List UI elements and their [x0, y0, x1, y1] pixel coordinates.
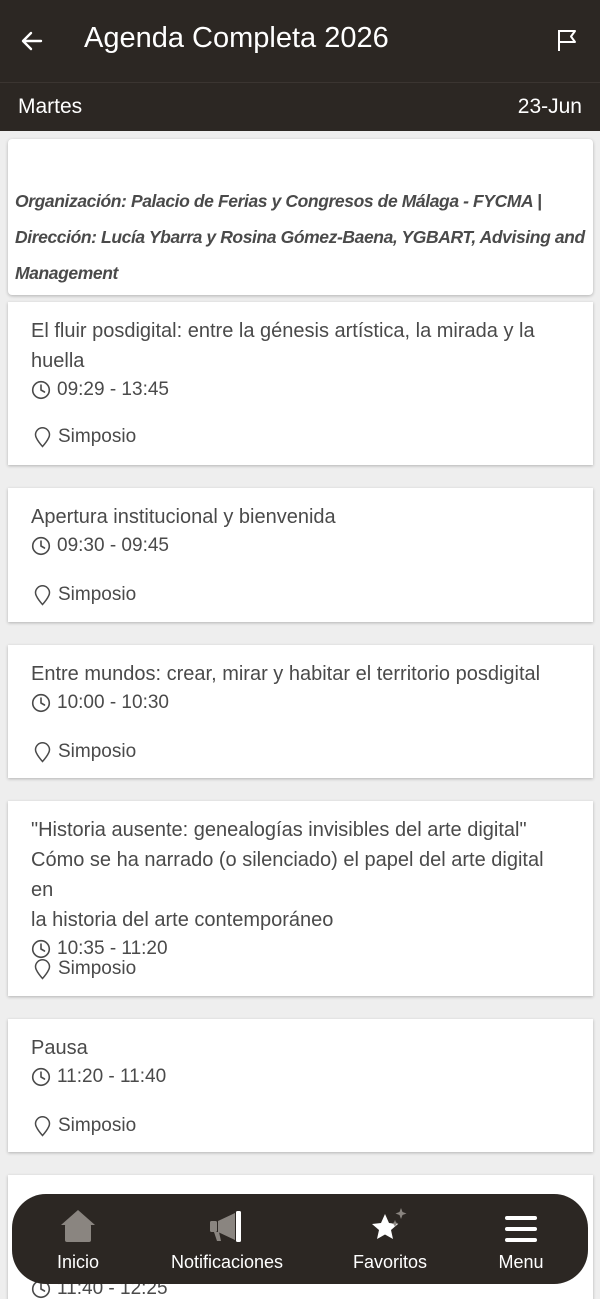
session-location: Simposio: [34, 426, 136, 448]
nav-notifications-label: Notificaciones: [170, 1252, 284, 1272]
session-title-line: Entre mundos: crear, mirar y habitar el …: [31, 663, 541, 685]
clock-icon: [31, 536, 51, 556]
session-time-text: 09:30 - 09:45: [57, 535, 169, 556]
session-time-text: 11:20 - 11:40: [57, 1066, 167, 1087]
session-title-line: "Historia ausente: genealogías invisible…: [31, 819, 527, 841]
session-card[interactable]: Apertura institucional y bienvenida 09:3…: [8, 488, 593, 622]
map-pin-icon: [34, 741, 51, 763]
session-location: Simposio: [34, 741, 136, 763]
session-location: Simposio: [34, 958, 136, 980]
session-time-text: 09:29 - 13:45: [57, 379, 169, 400]
organization-line: Organización: Palacio de Ferias y Congre…: [15, 191, 542, 211]
nav-home[interactable]: Inicio: [48, 1194, 108, 1284]
flag-icon: [558, 30, 576, 51]
nav-menu-label: Menu: [498, 1252, 544, 1272]
map-pin-icon: [34, 1115, 51, 1137]
session-time-text: 10:00 - 10:30: [57, 692, 169, 713]
back-button[interactable]: [16, 25, 48, 57]
arrow-left-icon: [21, 31, 43, 51]
session-card[interactable]: El fluir posdigital: entre la génesis ar…: [8, 302, 593, 465]
session-card[interactable]: "Historia ausente: genealogías invisible…: [8, 801, 593, 996]
clock-icon: [31, 380, 51, 400]
session-location-text: Simposio: [58, 958, 137, 979]
session-time: 09:29 - 13:45: [31, 376, 570, 404]
star-sparkle-icon: [372, 1208, 407, 1239]
session-title: Entre mundos: crear, mirar y habitar el …: [31, 659, 570, 689]
map-pin-icon: [34, 958, 51, 980]
session-location: Simposio: [34, 1115, 136, 1137]
session-title: Apertura institucional y bienvenida: [31, 502, 570, 532]
nav-menu[interactable]: Menu: [491, 1194, 551, 1284]
clock-icon: [31, 1067, 51, 1087]
home-icon: [61, 1210, 95, 1242]
nav-notifications[interactable]: Notificaciones: [167, 1194, 287, 1284]
session-time: 11:20 - 11:40: [31, 1063, 570, 1091]
session-location-text: Simposio: [58, 1115, 137, 1136]
organization-card: Organización: Palacio de Ferias y Congre…: [8, 139, 593, 295]
day-label: Martes: [18, 95, 83, 118]
session-title: El fluir posdigital: entre la génesis ar…: [31, 316, 570, 376]
map-pin-icon: [34, 426, 51, 448]
map-pin-icon: [34, 584, 51, 606]
nav-home-label: Inicio: [56, 1252, 100, 1272]
session-card[interactable]: Entre mundos: crear, mirar y habitar el …: [8, 645, 593, 778]
session-time: 10:00 - 10:30: [31, 689, 570, 717]
session-location-text: Simposio: [58, 741, 137, 762]
hamburger-icon: [505, 1216, 537, 1242]
session-title-line: Cómo se ha narrado (o silenciado) el pap…: [31, 849, 544, 901]
session-time: 09:30 - 09:45: [31, 532, 570, 560]
bottom-navigation: Inicio Notificaciones Favoritos Menu: [12, 1194, 588, 1284]
direction-line: Dirección: Lucía Ybarra y Rosina Gómez-B…: [15, 227, 585, 247]
session-time-text: 10:35 - 11:20: [57, 938, 168, 959]
session-title-line: huella: [31, 350, 85, 372]
report-flag-button[interactable]: [554, 27, 582, 55]
session-title-line: Pausa: [31, 1037, 88, 1059]
session-title-line: El fluir posdigital: entre la génesis ar…: [31, 320, 535, 342]
session-card[interactable]: Pausa 11:20 - 11:40 Simposio: [8, 1019, 593, 1152]
date-label: 23-Jun: [517, 95, 582, 118]
agenda-list[interactable]: Organización: Palacio de Ferias y Congre…: [0, 131, 600, 1299]
megaphone-icon: [210, 1211, 241, 1242]
session-title-line: Apertura institucional y bienvenida: [31, 506, 336, 528]
session-title: "Historia ausente: genealogías invisible…: [31, 815, 570, 935]
top-app-bar: Agenda Completa 2026: [0, 0, 600, 82]
page-title: Agenda Completa 2026: [84, 22, 389, 54]
session-location-text: Simposio: [58, 426, 137, 447]
session-location-text: Simposio: [58, 584, 137, 605]
clock-icon: [31, 693, 51, 713]
nav-favorites[interactable]: Favoritos: [345, 1194, 435, 1284]
clock-icon: [31, 939, 51, 959]
session-title: Pausa: [31, 1033, 570, 1063]
session-location: Simposio: [34, 584, 136, 606]
direction-line-continued: Management: [15, 263, 118, 283]
day-header: Martes 23-Jun: [0, 82, 600, 131]
session-title-line: la historia del arte contemporáneo: [31, 909, 334, 931]
nav-favorites-label: Favoritos: [352, 1252, 428, 1272]
